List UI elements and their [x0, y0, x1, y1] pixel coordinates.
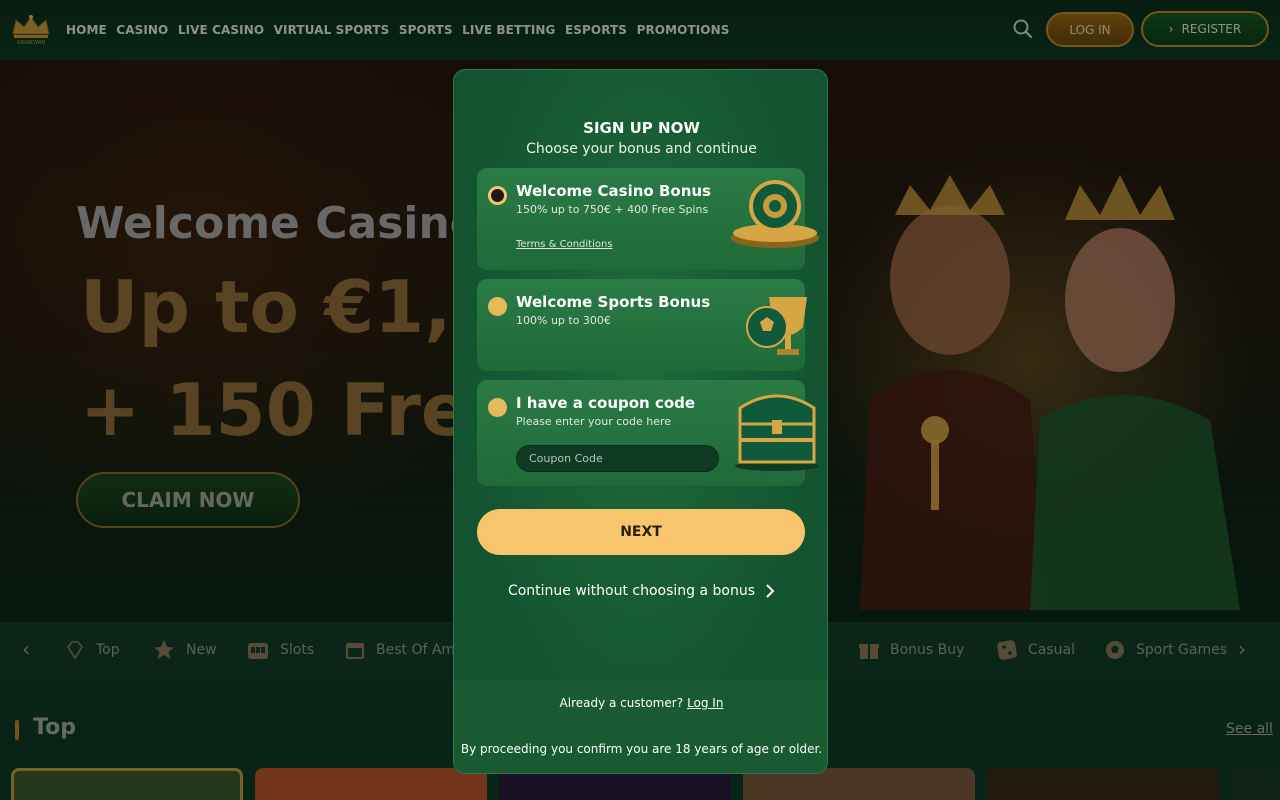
option-description: Please enter your code here: [516, 415, 672, 428]
radio-button-selected[interactable]: [488, 186, 507, 205]
radio-button[interactable]: [488, 297, 507, 316]
signup-modal: SIGN UP NOW Choose your bonus and contin…: [453, 69, 828, 774]
bonus-option-coupon[interactable]: I have a coupon code Please enter your c…: [477, 380, 819, 486]
casino-chip-icon: [731, 180, 819, 248]
next-button[interactable]: NEXT: [477, 509, 805, 555]
modal-subtitle: Choose your bonus and continue: [526, 141, 757, 157]
modal-title: SIGN UP NOW: [583, 119, 700, 137]
coupon-code-input[interactable]: [516, 445, 719, 472]
bonus-option-sports[interactable]: Welcome Sports Bonus 100% up to 300€: [477, 279, 807, 371]
modal-footer: Already a customer? Log In By proceeding …: [454, 680, 827, 773]
login-link[interactable]: Log In: [687, 696, 723, 710]
age-notice: By proceeding you confirm you are 18 yea…: [460, 742, 823, 756]
terms-link[interactable]: Terms & Conditions: [516, 239, 613, 250]
radio-button[interactable]: [488, 398, 507, 417]
option-title: I have a coupon code: [516, 394, 696, 412]
continue-label: Continue without choosing a bonus: [507, 583, 756, 599]
option-description: 100% up to 300€: [516, 314, 611, 327]
trophy-ball-icon: [746, 297, 807, 355]
treasure-chest-icon: [735, 394, 819, 471]
option-description: 150% up to 750€ + 400 Free Spins: [516, 203, 709, 216]
bonus-option-casino[interactable]: Welcome Casino Bonus 150% up to 750€ + 4…: [477, 168, 819, 270]
already-text: Already a customer?: [559, 696, 684, 710]
chevron-right-icon: [766, 584, 775, 598]
continue-without-bonus-link[interactable]: Continue without choosing a bonus: [454, 583, 827, 599]
already-customer: Already a customer? Log In: [454, 696, 827, 710]
option-title: Welcome Casino Bonus: [516, 182, 711, 200]
option-title: Welcome Sports Bonus: [516, 293, 711, 311]
